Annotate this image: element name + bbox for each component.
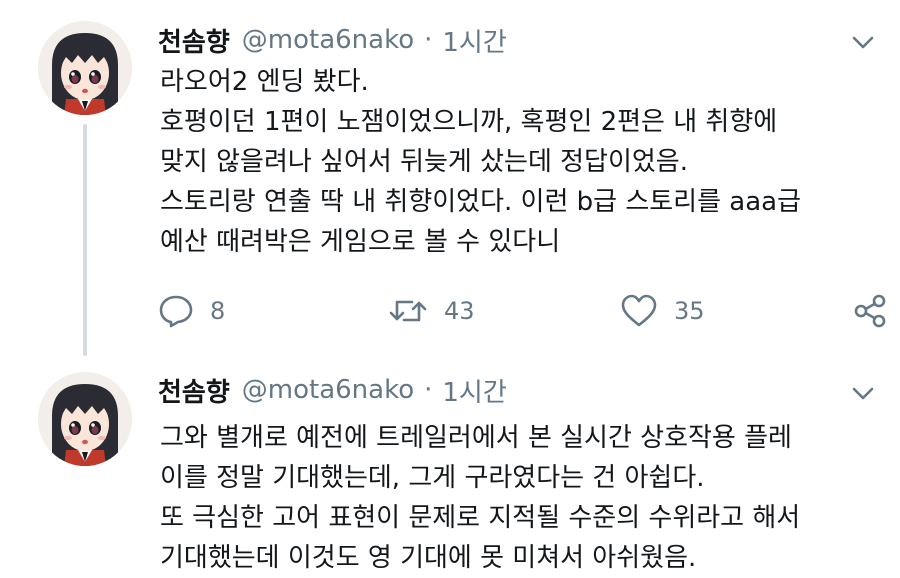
tweet-text-line: 또 극심한 고어 표현이 문제로 지적될 수준의 수위라고 해서 [160, 503, 801, 533]
author-name[interactable]: 천솜향 [158, 22, 230, 59]
tweet-header: 천솜향 @mota6nako · 1시간 [158, 370, 507, 410]
avatar-illustration [38, 372, 132, 466]
tweet-text-line: 라오어2 엔딩 봤다. [160, 67, 369, 97]
reply-button[interactable]: 8 [158, 288, 225, 334]
share-icon [854, 294, 886, 328]
chevron-down-icon [852, 387, 874, 400]
avatar-illustration [38, 21, 132, 115]
tweet[interactable]: 천솜향 @mota6nako · 1시간 그와 별개로 예전에 트레일러에서 본… [0, 360, 900, 576]
author-handle[interactable]: @mota6nako [242, 375, 414, 405]
reply-icon [159, 295, 193, 328]
tweet[interactable]: 천솜향 @mota6nako · 1시간 라오어2 엔딩 봤다. 호평이던 1편… [0, 0, 900, 360]
tweet-text: 라오어2 엔딩 봤다. 호평이던 1편이 노잼이었으니까, 혹평인 2편은 내 … [160, 62, 884, 262]
tweet-actions: 8 43 35 [158, 288, 890, 334]
thread-connector [83, 124, 87, 356]
tweet-text-line: 맞지 않을려나 싶어서 뒤늦게 샀는데 정답이었음. [160, 147, 688, 177]
avatar[interactable] [38, 372, 132, 466]
chevron-down-icon [852, 36, 874, 49]
tweet-header: 천솜향 @mota6nako · 1시간 [158, 20, 507, 60]
like-count: 35 [674, 297, 705, 325]
timestamp[interactable]: 1시간 [442, 22, 506, 59]
tweet-text-line: 예산 때려박은 게임으로 볼 수 있다니 [160, 227, 561, 257]
tweet-thread: 천솜향 @mota6nako · 1시간 라오어2 엔딩 봤다. 호평이던 1편… [0, 0, 900, 576]
share-button[interactable] [852, 288, 888, 334]
like-button[interactable]: 35 [620, 288, 705, 334]
retweet-icon [389, 300, 427, 322]
tweet-text-line: 스토리랑 연출 딱 내 취향이었다. 이런 b급 스토리를 aaa급 [160, 187, 802, 217]
avatar[interactable] [38, 21, 132, 115]
tweet-text-line: 그와 별개로 예전에 트레일러에서 본 실시간 상호작용 플레 [160, 423, 792, 453]
separator-dot: · [424, 375, 433, 405]
tweet-text: 그와 별개로 예전에 트레일러에서 본 실시간 상호작용 플레 이를 정말 기대… [160, 418, 884, 578]
tweet-text-line: 호평이던 1편이 노잼이었으니까, 혹평인 2편은 내 취향에 [160, 107, 778, 137]
retweet-button[interactable]: 43 [388, 288, 475, 334]
tweet-text-line: 이를 정말 기대했는데, 그게 구라였다는 건 아쉽다. [160, 463, 705, 493]
author-handle[interactable]: @mota6nako [242, 25, 414, 55]
author-name[interactable]: 천솜향 [158, 372, 230, 409]
tweet-menu-button[interactable] [850, 29, 876, 55]
retweet-count: 43 [444, 297, 475, 325]
reply-count: 8 [210, 297, 226, 325]
tweet-text-line: 기대했는데 이것도 영 기대에 못 미쳐서 아쉬웠음. [160, 543, 697, 573]
timestamp[interactable]: 1시간 [442, 372, 506, 409]
separator-dot: · [424, 25, 433, 55]
tweet-menu-button[interactable] [850, 380, 876, 406]
heart-icon [621, 294, 657, 327]
